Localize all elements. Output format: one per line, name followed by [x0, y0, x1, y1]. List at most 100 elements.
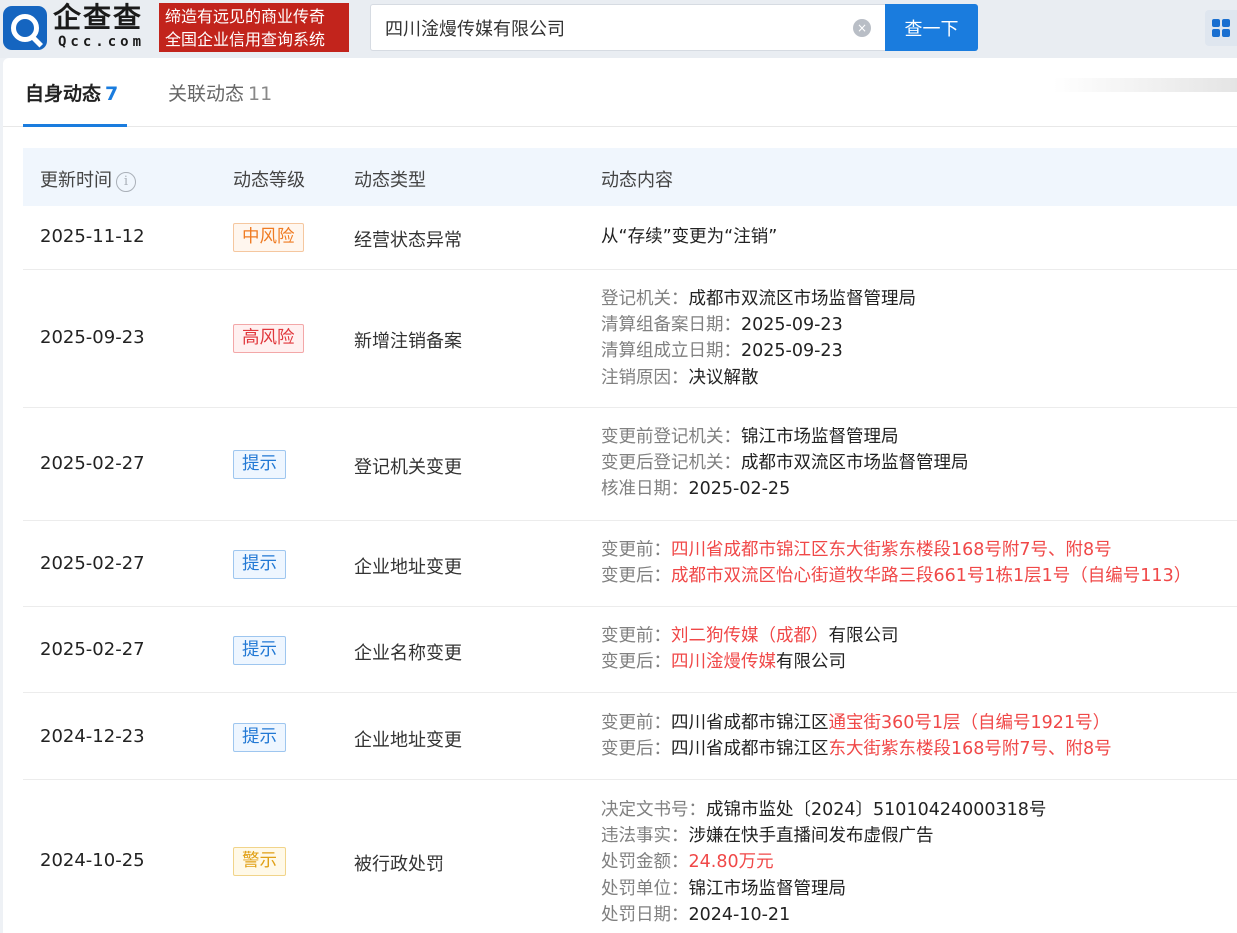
content-key: 清算组成立日期：	[601, 341, 741, 362]
content-key: 注销原因：	[601, 367, 689, 388]
content-line: 变更前：刘二狗传媒（成都）有限公司	[601, 623, 899, 649]
level-badge-tip: 提示	[233, 636, 286, 665]
content-line: 变更前：四川省成都市锦江区东大街紫东楼段168号附7号、附8号	[601, 537, 1191, 563]
row-content: 变更前：四川省成都市锦江区通宝街360号1层（自编号1921号） 变更后：四川省…	[601, 710, 1112, 762]
level-badge-high-risk: 高风险	[233, 324, 304, 353]
search-box: ×	[370, 4, 886, 51]
content-line: 核准日期：2025-02-25	[601, 476, 969, 502]
content-key: 核准日期：	[601, 479, 689, 500]
content-value: 成都市双流区市场监督管理局	[688, 289, 917, 309]
row-date: 2025-02-27	[40, 639, 145, 660]
col-content: 动态内容	[601, 170, 673, 191]
clear-icon[interactable]: ×	[853, 19, 871, 37]
content-key: 变更后：	[601, 739, 671, 760]
content-line: 违法事实：涉嫌在快手直播间发布虚假广告	[601, 823, 1046, 849]
content-line: 决定文书号：成锦市监处〔2024〕51010424000318号	[601, 797, 1046, 823]
content-key: 处罚日期：	[601, 904, 689, 925]
table-row[interactable]: 2025-02-27 提示 企业地址变更 变更前：四川省成都市锦江区东大街紫东楼…	[23, 521, 1237, 607]
content-key: 决定文书号：	[601, 800, 706, 820]
tab-related-dynamics[interactable]: 关联动态 11	[168, 79, 272, 106]
top-bar: 企查查 Qcc.com 缔造有远见的商业传奇 全国企业信用查询系统 × 查一下	[0, 0, 1237, 58]
row-type: 企业名称变更	[354, 643, 462, 664]
search-button[interactable]: 查一下	[885, 4, 978, 51]
level-badge-tip: 提示	[233, 723, 286, 752]
content-highlight: 成都市双流区怡心街道牧华路三段661号1栋1层1号（自编号113）	[671, 566, 1192, 587]
col-level: 动态等级	[233, 170, 305, 191]
row-content: 登记机关：成都市双流区市场监督管理局 清算组备案日期：2025-09-23 清算…	[601, 286, 916, 391]
content-highlight: 刘二狗传媒（成都）	[671, 626, 829, 646]
content-line: 登记机关：成都市双流区市场监督管理局	[601, 286, 916, 312]
active-tab-indicator	[23, 124, 127, 127]
content-key: 登记机关：	[601, 289, 689, 309]
content-highlight: 四川省成都市锦江区东大街紫东楼段168号附7号、附8号	[671, 540, 1112, 560]
content-value: 成锦市监处〔2024〕51010424000318号	[706, 800, 1047, 820]
content-line: 处罚金额：24.80万元	[601, 849, 1046, 875]
row-type: 企业地址变更	[354, 557, 462, 578]
content-value: 锦江市场监督管理局	[741, 427, 899, 447]
content-key: 变更前登记机关：	[601, 427, 741, 447]
content-value: 涉嫌在快手直播间发布虚假广告	[688, 826, 934, 847]
grid-icon[interactable]	[1205, 10, 1237, 46]
row-date: 2025-02-27	[40, 553, 145, 574]
content-value: 四川省成都市锦江区	[671, 713, 829, 733]
content-value: 2024-10-21	[688, 904, 791, 925]
content-key: 处罚金额：	[601, 852, 689, 873]
tab-related-label: 关联动态	[168, 83, 245, 105]
content-highlight: 东大街紫东楼段168号附7号、附8号	[828, 739, 1112, 760]
table-row[interactable]: 2025-02-27 提示 登记机关变更 变更前登记机关：锦江市场监督管理局 变…	[23, 408, 1237, 521]
content-line: 变更前：四川省成都市锦江区通宝街360号1层（自编号1921号）	[601, 710, 1112, 736]
content-line: 变更后：四川淦熳传媒有限公司	[601, 649, 899, 675]
table-row[interactable]: 2024-10-25 警示 被行政处罚 决定文书号：成锦市监处〔2024〕510…	[23, 780, 1237, 933]
content-key: 变更前：	[601, 540, 671, 560]
content-line: 从“存续”变更为“注销”	[601, 227, 778, 247]
level-badge-medium-risk: 中风险	[233, 223, 304, 252]
table-row[interactable]: 2024-12-23 提示 企业地址变更 变更前：四川省成都市锦江区通宝街360…	[23, 693, 1237, 780]
content-key: 处罚单位：	[601, 878, 689, 899]
content-key: 变更前：	[601, 626, 671, 646]
content-value: 有限公司	[776, 652, 846, 673]
content-value: 成都市双流区市场监督管理局	[741, 453, 969, 474]
content-line: 注销原因：决议解散	[601, 365, 916, 391]
level-badge-tip: 提示	[233, 450, 286, 479]
qcc-logo-icon[interactable]	[3, 6, 47, 50]
content-value: 有限公司	[828, 626, 899, 646]
row-content: 变更前：刘二狗传媒（成都）有限公司 变更后：四川淦熳传媒有限公司	[601, 623, 899, 675]
row-type: 企业地址变更	[354, 730, 462, 751]
table-row[interactable]: 2025-11-12 中风险 经营状态异常 从“存续”变更为“注销”	[23, 206, 1237, 270]
content-line: 变更前登记机关：锦江市场监督管理局	[601, 424, 969, 450]
row-content: 变更前：四川省成都市锦江区东大街紫东楼段168号附7号、附8号 变更后：成都市双…	[601, 537, 1191, 589]
col-type: 动态类型	[354, 170, 426, 191]
slogan-line-1: 缔造有远见的商业传奇	[165, 7, 326, 26]
table-row[interactable]: 2025-02-27 提示 企业名称变更 变更前：刘二狗传媒（成都）有限公司 变…	[23, 607, 1237, 693]
tab-own-label: 自身动态	[25, 83, 102, 105]
row-content: 决定文书号：成锦市监处〔2024〕51010424000318号 违法事实：涉嫌…	[601, 797, 1046, 928]
content-key: 变更后：	[601, 566, 671, 587]
row-date: 2024-12-23	[40, 726, 145, 747]
info-icon[interactable]: i	[116, 172, 136, 192]
content-key: 变更前：	[601, 713, 671, 733]
content-value: 2025-09-23	[741, 341, 843, 362]
col-update-time: 更新时间 i	[40, 166, 136, 192]
tab-own-dynamics[interactable]: 自身动态 7	[25, 79, 118, 106]
content-value: 2025-02-25	[688, 479, 791, 500]
content-key: 清算组备案日期：	[601, 315, 741, 336]
row-date: 2025-02-27	[40, 453, 145, 474]
content-highlight: 24.80万元	[688, 852, 774, 873]
logo-text[interactable]: 企查查	[53, 1, 143, 35]
tab-bar: 自身动态 7 关联动态 11	[3, 58, 1237, 127]
row-content: 从“存续”变更为“注销”	[601, 224, 777, 250]
level-badge-warning: 警示	[233, 847, 286, 876]
search-input[interactable]	[385, 5, 835, 50]
content-key: 违法事实：	[601, 826, 689, 847]
content-line: 变更后：四川省成都市锦江区东大街紫东楼段168号附7号、附8号	[601, 736, 1112, 762]
table-row[interactable]: 2025-09-23 高风险 新增注销备案 登记机关：成都市双流区市场监督管理局…	[23, 270, 1237, 408]
dynamics-table: 更新时间 i 动态等级 动态类型 动态内容 2025-11-12 中风险 经营状态…	[23, 148, 1237, 933]
content-line: 清算组备案日期：2025-09-23	[601, 312, 916, 338]
content-line: 处罚日期：2024-10-21	[601, 902, 1046, 928]
row-date: 2025-11-12	[40, 226, 145, 247]
content-highlight: 四川淦熳传媒	[671, 652, 776, 673]
content-value: 2025-09-23	[741, 315, 843, 336]
logo-subtext: Qcc.com	[58, 34, 146, 50]
row-date: 2025-09-23	[40, 327, 145, 348]
decorative-fade	[1053, 78, 1237, 92]
